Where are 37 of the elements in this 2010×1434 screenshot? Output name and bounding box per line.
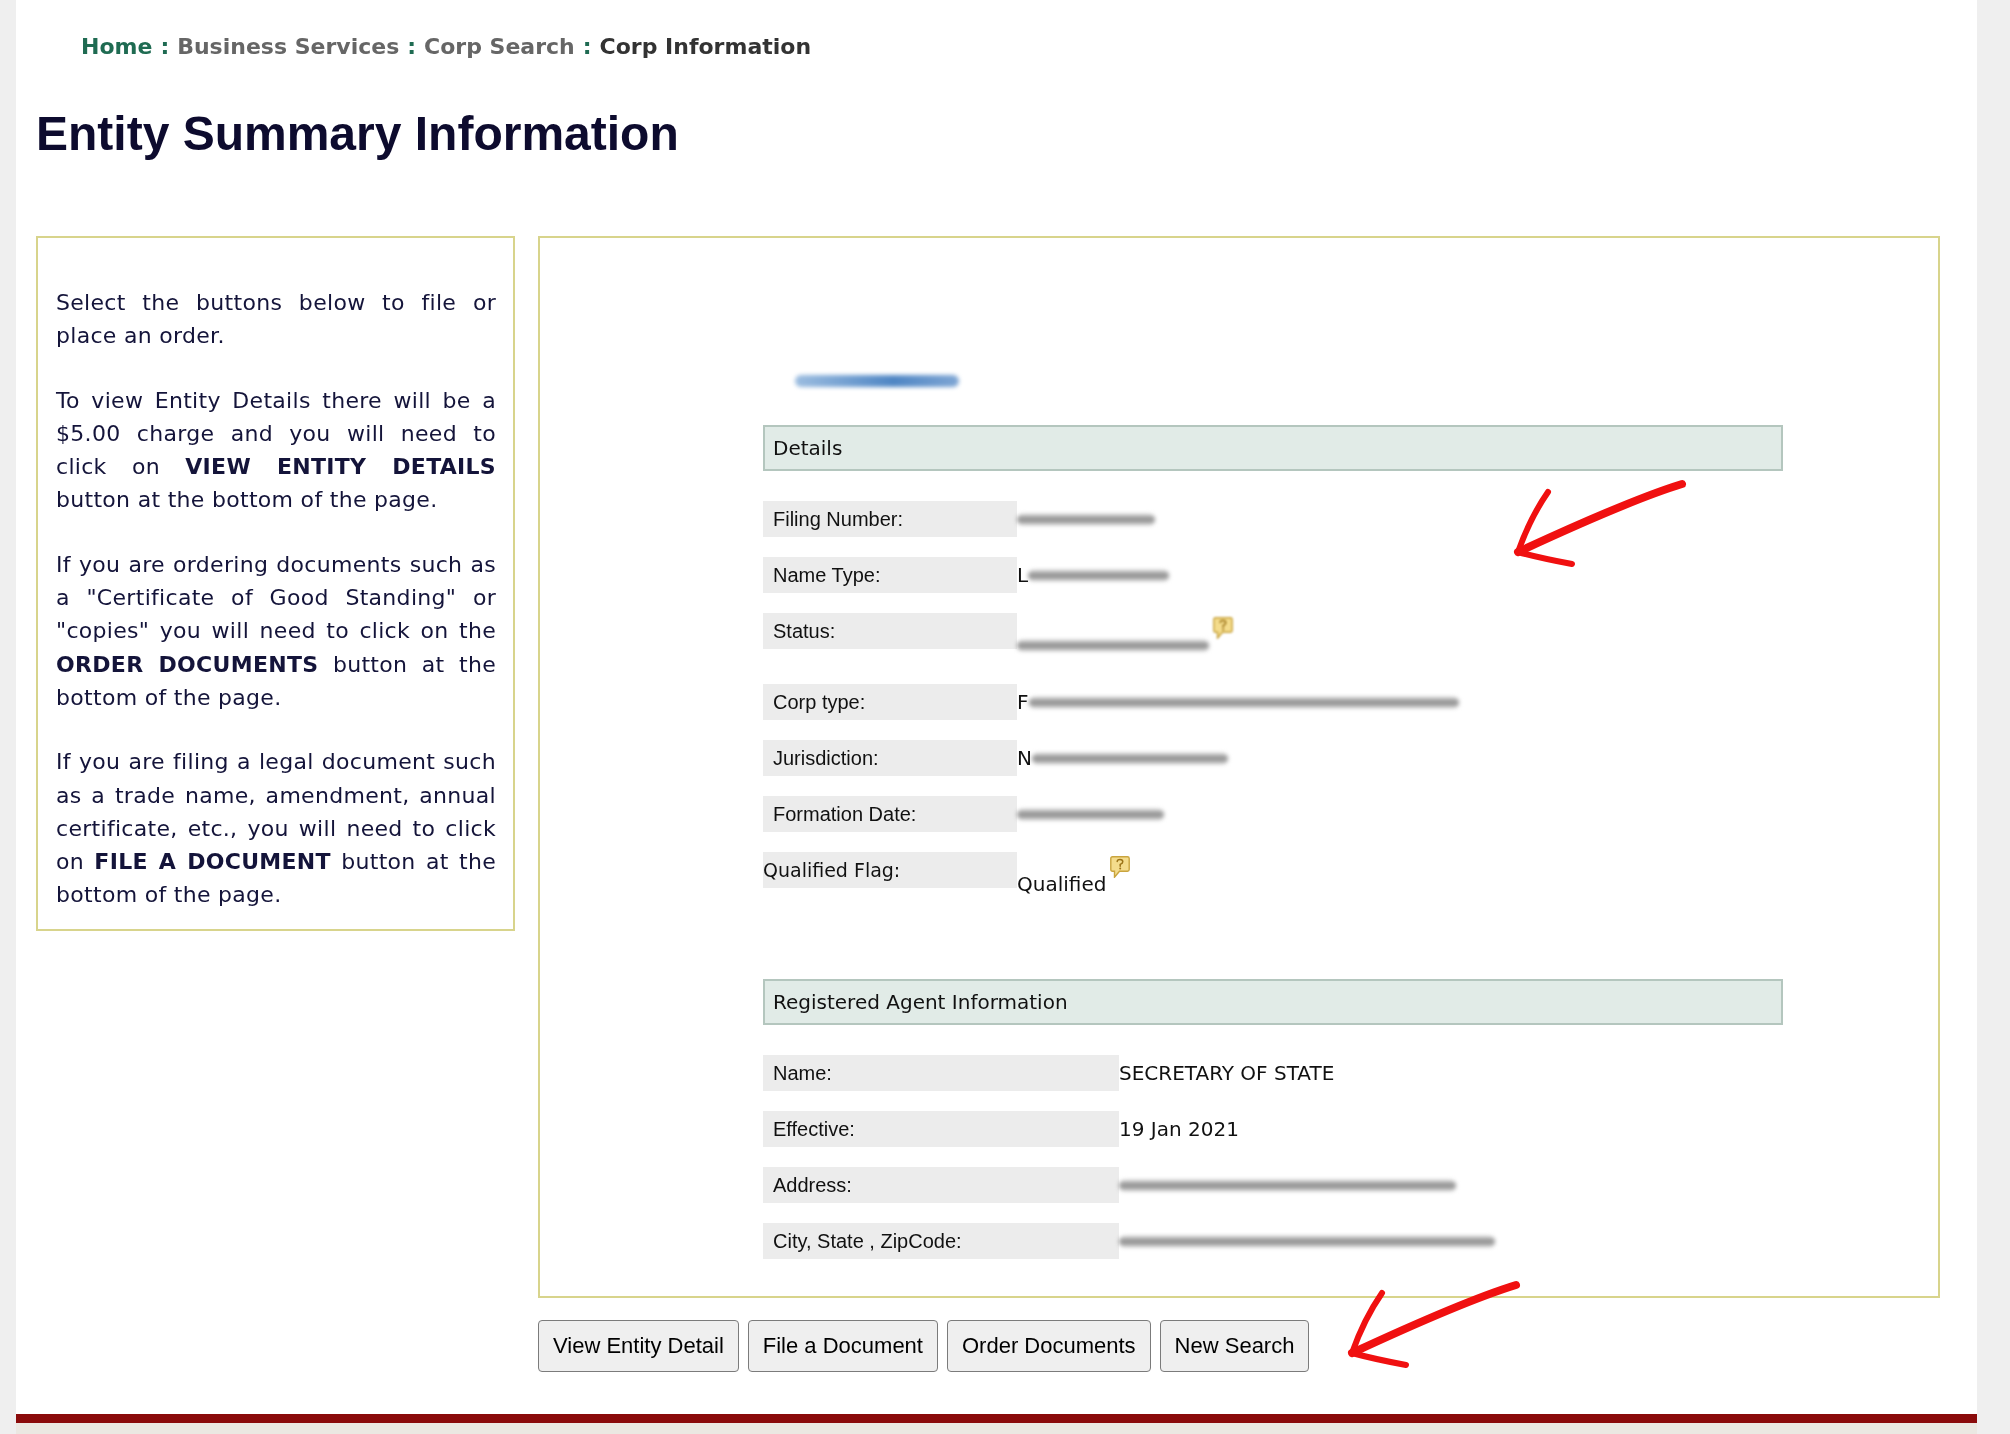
breadcrumb-current: Corp Information <box>599 34 812 59</box>
breadcrumb-separator: : <box>160 34 170 59</box>
field-label: Formation Date: <box>763 796 1017 832</box>
field-label: Name: <box>763 1055 1119 1091</box>
instruction-paragraph: If you are ordering documents such as a "Certificate of Good Standing" or "copies" you will need to click on the ORDER DOCUMENTS button at the bottom of the page. <box>56 550 496 712</box>
instruction-paragraph: If you are filing a legal document such as a trade name, amendment, annual certificate, etc., you will need to click on FILE A DOCUMENT button at the bottom of the page. <box>56 748 496 910</box>
section-header: Registered Agent Information <box>763 979 1783 1025</box>
field-label: Status: <box>763 613 1017 649</box>
field-value: SECRETARY OF STATE <box>1119 1061 1335 1085</box>
field-value: F <box>1017 690 1029 714</box>
field-label: Filing Number: <box>763 501 1017 537</box>
speech-bubble-icon[interactable] <box>1213 617 1233 639</box>
breadcrumb-separator: : <box>582 34 592 59</box>
field-value: Qualified <box>1017 872 1107 896</box>
action-button[interactable]: View Entity Detail <box>538 1320 739 1372</box>
breadcrumb-link[interactable]: Corp Search <box>424 34 575 59</box>
field-label: Address: <box>763 1167 1119 1203</box>
breadcrumb-link[interactable]: Home <box>81 34 153 59</box>
breadcrumb-link[interactable]: Business Services <box>177 34 400 59</box>
action-button[interactable]: File a Document <box>747 1320 938 1372</box>
field-label: Qualified Flag: <box>763 852 1017 888</box>
field-label: City, State , ZipCode: <box>763 1223 1119 1259</box>
field-label: Name Type: <box>763 557 1017 593</box>
page-title: Entity Summary Information <box>36 106 679 162</box>
breadcrumb-separator: : <box>407 34 417 59</box>
field-value: N <box>1017 746 1032 770</box>
field-value: L <box>1017 563 1029 587</box>
instruction-paragraph: Select the buttons below to file or place an order. <box>56 289 496 351</box>
section-header: Details <box>763 425 1783 471</box>
speech-bubble-icon[interactable] <box>1110 856 1131 878</box>
action-button[interactable]: Order Documents <box>946 1320 1151 1372</box>
instruction-paragraph: To view Entity Details there will be a $5.00 charge and you will need to click on VIEW ENTITY DETAILS button at the bottom of the page. <box>56 386 496 515</box>
field-label: Effective: <box>763 1111 1119 1147</box>
field-label: Corp type: <box>763 684 1017 720</box>
field-label: Jurisdiction: <box>763 740 1017 776</box>
action-button[interactable]: New Search <box>1159 1320 1310 1372</box>
field-value: 19 Jan 2021 <box>1119 1117 1239 1141</box>
